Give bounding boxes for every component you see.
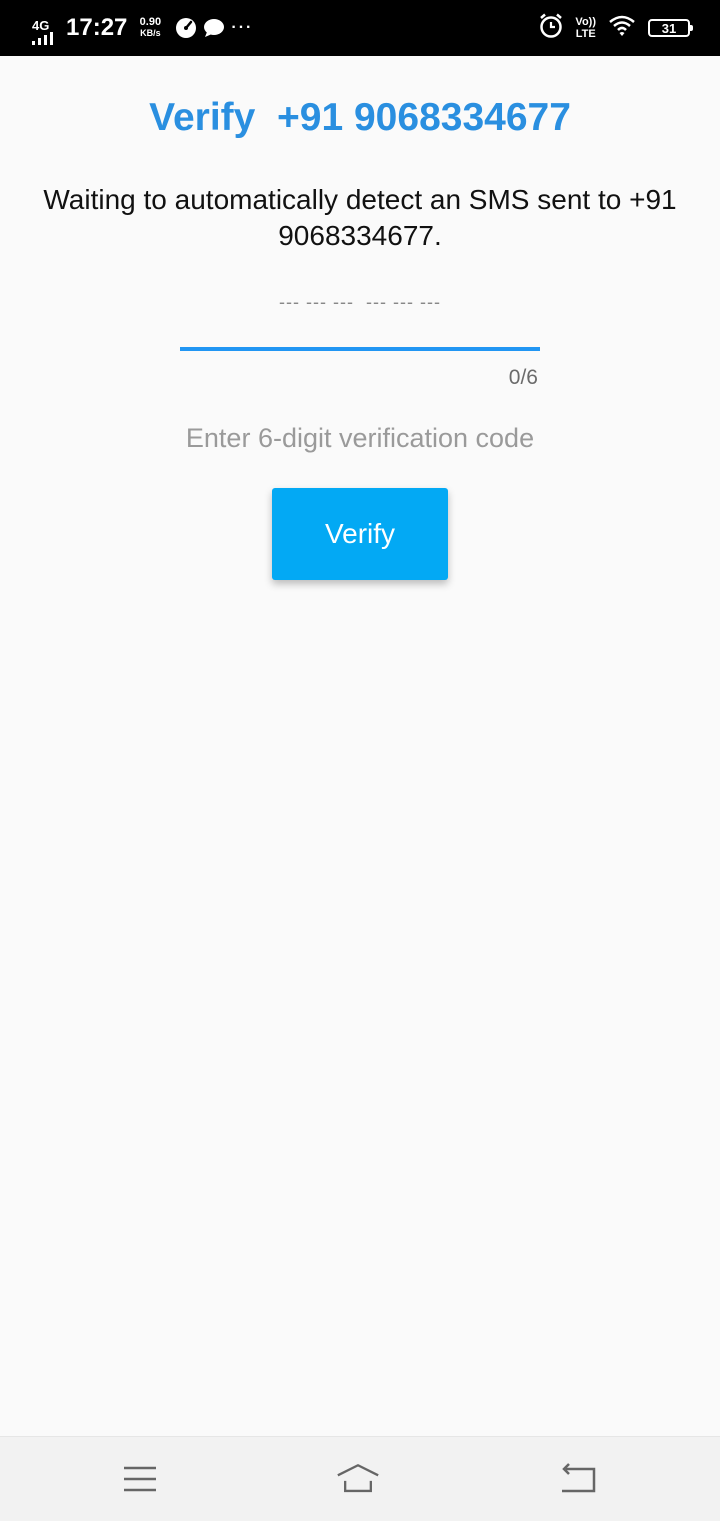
waiting-message: Waiting to automatically detect an SMS s… [43,184,677,251]
wifi-icon [608,15,636,42]
nav-bar [0,1436,720,1521]
battery-level: 31 [661,20,677,36]
speedometer-icon [175,17,197,39]
input-underline [180,347,540,351]
network-type: 4G [32,18,50,33]
menu-icon[interactable] [118,1457,162,1501]
helper-text: Enter 6-digit verification code [185,423,535,453]
chat-bubble-icon [203,18,225,38]
character-counter: 0/6 [508,366,538,389]
volte-bottom: LTE [575,28,596,40]
more-dots-icon: ··· [231,19,254,36]
battery-icon: 31 [648,19,693,37]
page-title: Verify +91 9068334677 [149,96,571,139]
back-icon[interactable] [556,1457,600,1501]
network-speed: 0.90 KB/s [135,17,165,39]
verify-button[interactable]: Verify [272,488,448,580]
speed-unit: KB/s [140,28,161,38]
signal-icon: 4G [30,8,62,48]
speed-value: 0.90 [139,16,162,28]
volte-icon: Vo)) LTE [575,16,596,40]
signal-bars [32,32,53,45]
home-icon[interactable] [336,1457,380,1501]
verification-code-input[interactable] [180,282,540,322]
status-left: 4G 17:27 0.90 KB/s ··· [30,0,253,56]
status-bar: 4G 17:27 0.90 KB/s ··· Vo)) LTE 31 [0,0,720,56]
alarm-icon [539,13,563,44]
code-input-container [180,282,540,352]
status-right: Vo)) LTE 31 [539,0,693,56]
volte-top: Vo)) [575,16,596,28]
clock: 17:27 [66,14,128,41]
